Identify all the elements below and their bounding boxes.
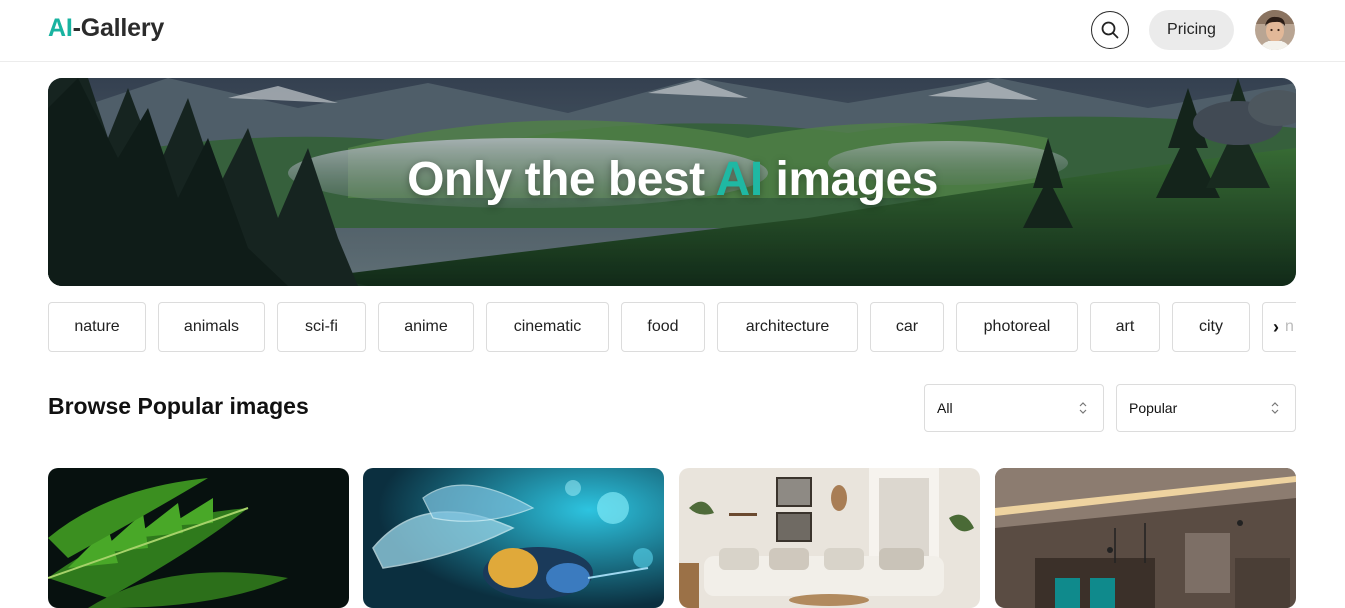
type-filter-value: All xyxy=(937,400,953,416)
chevron-right-icon: › xyxy=(1273,316,1279,337)
pricing-button[interactable]: Pricing xyxy=(1149,10,1234,50)
sort-filter-value: Popular xyxy=(1129,400,1178,416)
chevron-updown-icon xyxy=(1271,402,1279,414)
category-chip[interactable]: city xyxy=(1172,302,1250,352)
logo-text: -Gallery xyxy=(72,14,165,42)
hero-title-prefix: Only the best xyxy=(407,153,716,206)
category-chip[interactable]: anime xyxy=(378,302,474,352)
hero-title: Only the best AI images xyxy=(0,152,1345,207)
search-icon xyxy=(1101,21,1119,39)
gallery-card-living-room[interactable] xyxy=(679,468,980,608)
category-chip[interactable]: sci-fi xyxy=(277,302,366,352)
category-chip[interactable]: car xyxy=(870,302,944,352)
site-logo[interactable]: AI-Gallery xyxy=(48,14,164,43)
type-filter-select[interactable]: All xyxy=(924,384,1104,432)
gallery-card-bee[interactable] xyxy=(363,468,664,608)
category-chip[interactable]: animals xyxy=(158,302,265,352)
hero-title-accent: AI xyxy=(715,153,764,206)
search-button[interactable] xyxy=(1091,11,1129,49)
chevron-updown-icon xyxy=(1079,402,1087,414)
modern-kitchen-image xyxy=(995,468,1296,608)
living-room-image xyxy=(679,468,980,608)
category-chips: nature animals sci-fi anime cinematic fo… xyxy=(48,302,1296,352)
fern-leaf-image xyxy=(48,468,349,608)
sort-filter-select[interactable]: Popular xyxy=(1116,384,1296,432)
category-chip[interactable]: architecture xyxy=(717,302,858,352)
category-chip[interactable]: food xyxy=(621,302,705,352)
gallery-card-fern[interactable] xyxy=(48,468,349,608)
chips-next-button[interactable]: › n xyxy=(1262,302,1296,352)
hero-title-suffix: images xyxy=(762,153,939,206)
category-chip[interactable]: nature xyxy=(48,302,146,352)
gallery-card-kitchen[interactable] xyxy=(995,468,1296,608)
next-chip-partial: n xyxy=(1285,318,1294,335)
crystal-bee-image xyxy=(363,468,664,608)
category-chip[interactable]: photoreal xyxy=(956,302,1078,352)
user-avatar[interactable] xyxy=(1255,10,1295,50)
section-title: Browse Popular images xyxy=(48,393,309,419)
category-chip[interactable]: art xyxy=(1090,302,1160,352)
logo-accent: AI xyxy=(48,14,73,42)
top-header: AI-Gallery Pricing xyxy=(0,0,1345,62)
category-chip[interactable]: cinematic xyxy=(486,302,609,352)
